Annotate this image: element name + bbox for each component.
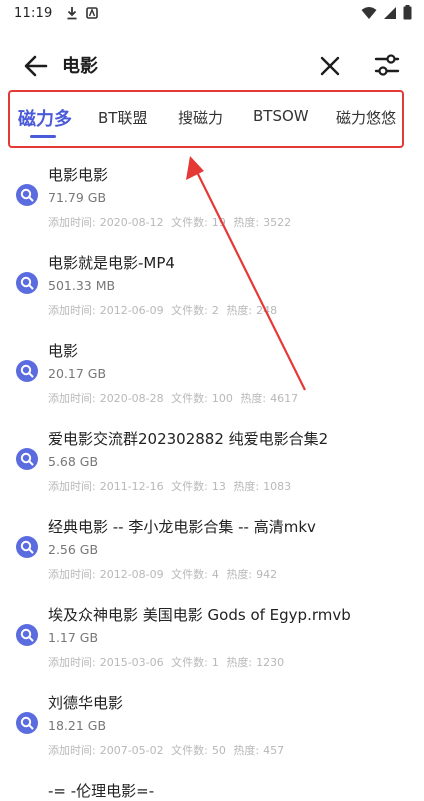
annotation-highlight-box: [8, 90, 404, 148]
list-item[interactable]: 电影 20.17 GB 添加时间: 2020-08-28 文件数: 100 热度: 4…: [0, 334, 424, 420]
added-date: 2020-08-12: [99, 216, 164, 229]
heat-label: 热度:: [226, 656, 253, 669]
added-label: 添加时间:: [48, 656, 96, 669]
list-item[interactable]: 刘德华电影 18.21 GB 添加时间: 2007-05-02 文件数: 50 热度…: [0, 686, 424, 772]
added-label: 添加时间:: [48, 568, 96, 581]
heat-label: 热度:: [226, 304, 253, 317]
magnet-search-icon: [16, 360, 38, 382]
list-item[interactable]: 埃及众神电影 美国电影 Gods of Egyp.rmvb 1.17 GB 添加…: [0, 598, 424, 684]
added-label: 添加时间:: [48, 480, 96, 493]
result-size: 71.79 GB: [48, 190, 107, 205]
files-count: 19: [211, 216, 226, 229]
files-count: 1: [211, 656, 219, 669]
heat-value: 3522: [263, 216, 292, 229]
result-meta: 添加时间: 2007-05-02 文件数: 50 热度: 457: [48, 742, 288, 758]
files-label: 文件数:: [171, 216, 208, 229]
added-label: 添加时间:: [48, 744, 96, 757]
result-size: 501.33 MB: [48, 278, 116, 293]
app-notification-icon: [86, 7, 99, 19]
battery-icon: [403, 5, 412, 20]
result-size: 5.68 GB: [48, 454, 99, 469]
list-item[interactable]: -= -伦理电影=-: [0, 774, 424, 800]
download-icon: [67, 7, 77, 20]
status-bar: 11:19: [0, 0, 424, 26]
result-name: 埃及众神电影 美国电影 Gods of Egyp.rmvb: [48, 606, 351, 624]
result-size: 1.17 GB: [48, 630, 99, 645]
heat-value: 4617: [270, 392, 299, 405]
wifi-icon: [361, 6, 377, 19]
magnet-search-icon: [16, 624, 38, 646]
added-date: 2012-08-09: [99, 568, 164, 581]
result-size: 20.17 GB: [48, 366, 107, 381]
result-meta: 添加时间: 2012-06-09 文件数: 2 热度: 248: [48, 302, 281, 318]
result-meta: 添加时间: 2011-12-16 文件数: 13 热度: 1083: [48, 478, 295, 494]
heat-label: 热度:: [233, 216, 260, 229]
added-label: 添加时间:: [48, 216, 96, 229]
result-name: -= -伦理电影=-: [48, 782, 155, 800]
files-label: 文件数:: [171, 656, 208, 669]
back-arrow-icon[interactable]: [22, 52, 50, 80]
heat-value: 1083: [263, 480, 292, 493]
files-count: 100: [211, 392, 233, 405]
files-label: 文件数:: [171, 392, 208, 405]
files-count: 50: [211, 744, 226, 757]
result-name: 经典电影 -- 李小龙电影合集 -- 高清mkv: [48, 518, 316, 536]
result-name: 爱电影交流群202302882 纯爱电影合集2: [48, 430, 329, 448]
files-count: 2: [211, 304, 219, 317]
added-date: 2012-06-09: [99, 304, 164, 317]
close-icon[interactable]: [316, 52, 344, 80]
files-label: 文件数:: [171, 744, 208, 757]
heat-label: 热度:: [233, 480, 260, 493]
result-size: 18.21 GB: [48, 718, 107, 733]
added-label: 添加时间:: [48, 304, 96, 317]
added-date: 2011-12-16: [99, 480, 164, 493]
magnet-search-icon: [16, 184, 38, 206]
result-name: 刘德华电影: [48, 694, 124, 712]
result-meta: 添加时间: 2020-08-12 文件数: 19 热度: 3522: [48, 214, 295, 230]
search-query-title[interactable]: 电影: [62, 52, 98, 78]
heat-label: 热度:: [240, 392, 267, 405]
files-count: 13: [211, 480, 226, 493]
heat-value: 942: [256, 568, 278, 581]
list-item[interactable]: 经典电影 -- 李小龙电影合集 -- 高清mkv 2.56 GB 添加时间: 20…: [0, 510, 424, 596]
filter-settings-icon[interactable]: [372, 50, 402, 80]
added-date: 2007-05-02: [99, 744, 164, 757]
list-item[interactable]: 爱电影交流群202302882 纯爱电影合集2 5.68 GB 添加时间: 201…: [0, 422, 424, 508]
magnet-search-icon: [16, 712, 38, 734]
list-item[interactable]: 电影电影 71.79 GB 添加时间: 2020-08-12 文件数: 19 热度:…: [0, 158, 424, 244]
result-name: 电影: [48, 342, 79, 360]
heat-label: 热度:: [226, 568, 253, 581]
signal-icon: [384, 6, 396, 19]
result-name: 电影就是电影-MP4: [48, 254, 175, 272]
files-label: 文件数:: [171, 304, 208, 317]
result-size: 2.56 GB: [48, 542, 99, 557]
search-toolbar: 电影: [0, 38, 424, 94]
files-count: 4: [211, 568, 219, 581]
magnet-search-icon: [16, 536, 38, 558]
added-date: 2020-08-28: [99, 392, 164, 405]
added-date: 2015-03-06: [99, 656, 164, 669]
magnet-search-icon: [16, 448, 38, 470]
result-meta: 添加时间: 2012-08-09 文件数: 4 热度: 942: [48, 566, 281, 582]
added-label: 添加时间:: [48, 392, 96, 405]
result-meta: 添加时间: 2015-03-06 文件数: 1 热度: 1230: [48, 654, 288, 670]
files-label: 文件数:: [171, 568, 208, 581]
status-time: 11:19: [14, 5, 53, 21]
magnet-search-icon: [16, 272, 38, 294]
list-item[interactable]: 电影就是电影-MP4 501.33 MB 添加时间: 2012-06-09 文件数…: [0, 246, 424, 332]
result-name: 电影电影: [48, 166, 109, 184]
heat-value: 1230: [256, 656, 285, 669]
heat-label: 热度:: [233, 744, 260, 757]
heat-value: 457: [263, 744, 285, 757]
heat-value: 248: [256, 304, 278, 317]
result-meta: 添加时间: 2020-08-28 文件数: 100 热度: 4617: [48, 390, 302, 406]
files-label: 文件数:: [171, 480, 208, 493]
